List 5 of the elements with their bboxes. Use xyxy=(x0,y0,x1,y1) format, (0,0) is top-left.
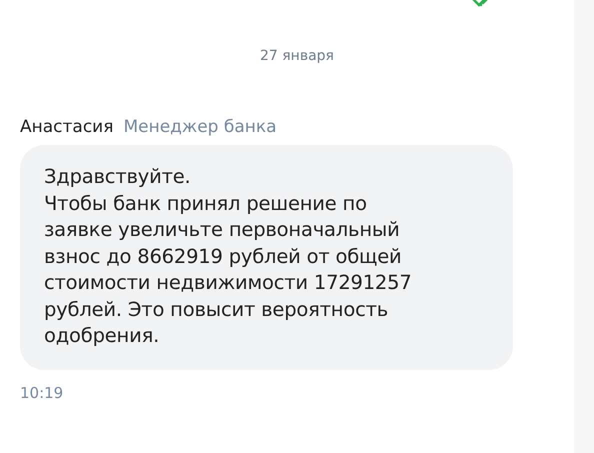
author-role: Менеджер банка xyxy=(123,117,277,137)
author-name: Анастасия xyxy=(20,117,114,137)
date-separator: 27 января xyxy=(260,48,334,64)
message-time: 10:19 xyxy=(20,384,64,402)
message-text: Здравствуйте. Чтобы банк принял решение по заявке увеличьте первоначальный взнос до 8662919 рублей от общей стоимости недвижимости 17291257 рублей. Это повысит вероятность одобрения. xyxy=(44,164,413,349)
